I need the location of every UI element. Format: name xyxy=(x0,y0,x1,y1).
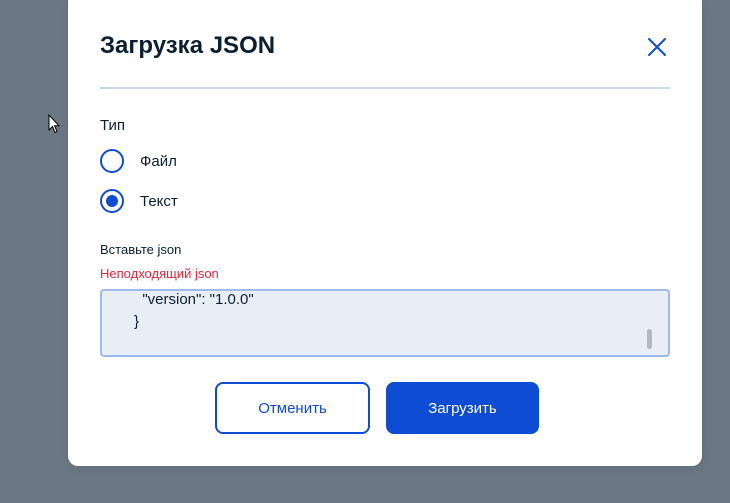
json-textarea[interactable]: "version": "1.0.0" } xyxy=(100,289,670,357)
radio-button-checked[interactable] xyxy=(100,189,124,213)
json-error-message: Неподходящий json xyxy=(100,266,219,281)
json-textarea-content: "version": "1.0.0" } xyxy=(134,291,254,330)
radio-button-unchecked[interactable] xyxy=(100,149,124,173)
cancel-button[interactable]: Отменить xyxy=(215,382,370,434)
title-divider xyxy=(100,87,670,89)
upload-button[interactable]: Загрузить xyxy=(386,382,539,434)
type-label: Тип xyxy=(100,117,126,134)
radio-label-file: Файл xyxy=(140,152,177,170)
close-icon[interactable] xyxy=(645,35,669,59)
textarea-scrollbar-thumb[interactable] xyxy=(647,329,652,349)
json-field-label: Вставьте json xyxy=(100,242,182,257)
radio-option-text[interactable]: Текст xyxy=(100,189,178,213)
dialog-title: Загрузка JSON xyxy=(100,32,276,59)
radio-option-file[interactable]: Файл xyxy=(100,149,177,173)
radio-label-text: Текст xyxy=(140,192,178,210)
json-upload-dialog: Загрузка JSON Тип Файл Текст Вставьте js… xyxy=(68,0,702,466)
mouse-pointer-icon xyxy=(48,114,60,134)
